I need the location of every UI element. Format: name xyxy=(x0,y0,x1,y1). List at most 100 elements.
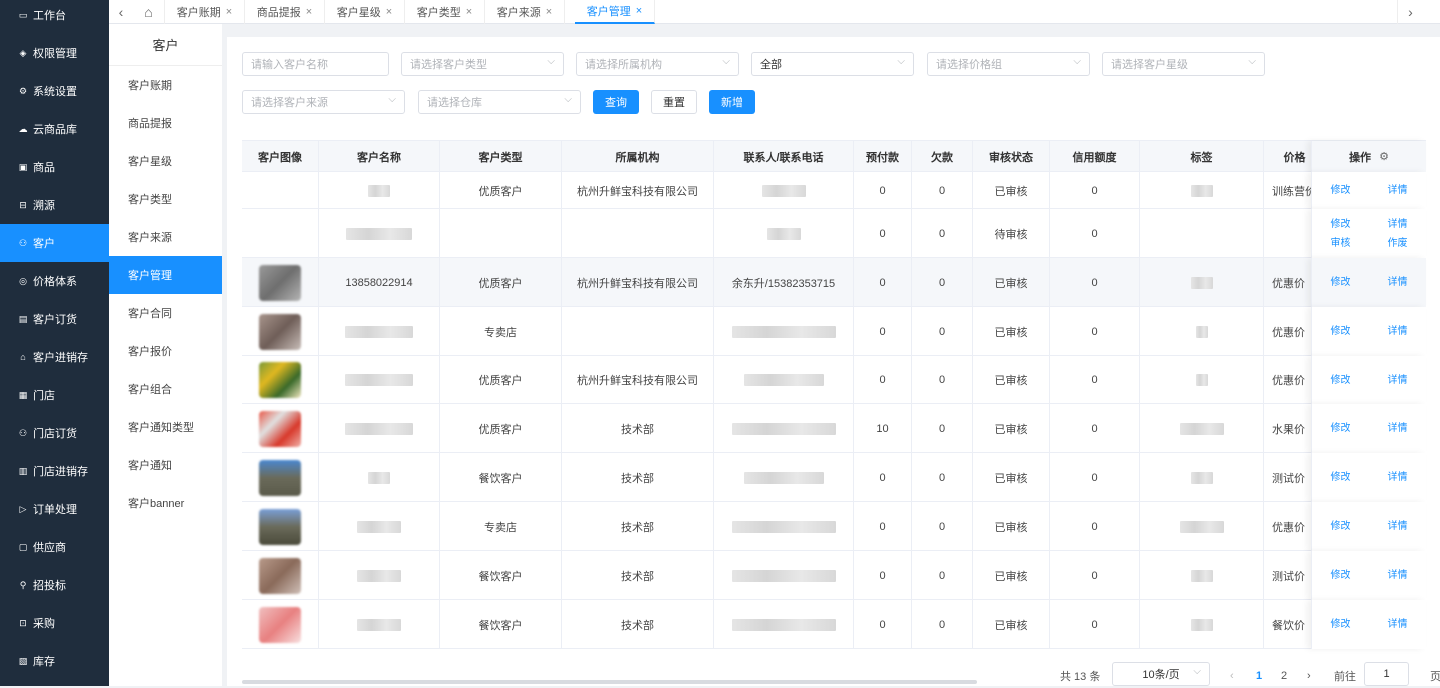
prev-page-icon[interactable]: ‹ xyxy=(1230,664,1234,688)
subnav-item[interactable]: 客户通知类型 xyxy=(109,408,222,446)
sidebar-item[interactable]: ⚙ 系统设置 xyxy=(0,72,109,110)
table-row[interactable]: 餐饮客户 技术部 0 0 已审核 0 餐饮价 修改 详情 xyxy=(242,600,1426,649)
star-select[interactable]: 请选择客户星级 ⌵ xyxy=(1102,52,1265,76)
tab[interactable]: 客户账期 × xyxy=(165,0,245,24)
cell-credit: 0 xyxy=(1050,551,1140,600)
goto-page-input[interactable]: 1 xyxy=(1364,662,1409,686)
sidebar-item[interactable]: ⚲ 招投标 xyxy=(0,566,109,604)
table-row[interactable]: 专卖店 技术部 0 0 已审核 0 优惠价 修改 详情 xyxy=(242,502,1426,551)
page-size-select[interactable]: 10条/页 ⌵ xyxy=(1112,662,1210,686)
sidebar-item[interactable]: ⚇ 门店订货 xyxy=(0,414,109,452)
sidebar-item[interactable]: ▦ 门店 xyxy=(0,376,109,414)
org-select[interactable]: 请选择所属机构 ⌵ xyxy=(576,52,739,76)
subnav-item[interactable]: 客户账期 xyxy=(109,66,222,104)
page-2[interactable]: 2 xyxy=(1281,664,1287,688)
close-icon[interactable]: × xyxy=(226,6,232,18)
sidebar-item[interactable]: ▭ 工作台 xyxy=(0,0,109,34)
action-link[interactable]: 详情 xyxy=(1369,468,1426,487)
action-link[interactable]: 修改 xyxy=(1312,566,1369,585)
close-icon[interactable]: × xyxy=(306,6,312,18)
close-icon[interactable]: × xyxy=(546,6,552,18)
sidebar-item[interactable]: ◎ 价格体系 xyxy=(0,262,109,300)
table-row[interactable]: 餐饮客户 技术部 0 0 已审核 0 测试价 修改 详情 xyxy=(242,453,1426,502)
subnav-item[interactable]: 客户星级 xyxy=(109,142,222,180)
sidebar-item[interactable]: ▥ 门店进销存 xyxy=(0,452,109,490)
action-link[interactable]: 作废 xyxy=(1369,234,1426,253)
table-row[interactable]: 优质客户 杭州升鲜宝科技有限公司 0 0 已审核 0 优惠价 修改 详情 xyxy=(242,356,1426,404)
source-select[interactable]: 请选择客户来源 ⌵ xyxy=(242,90,405,114)
action-link[interactable]: 详情 xyxy=(1369,517,1426,536)
subnav-item[interactable]: 客户banner xyxy=(109,484,222,522)
tab[interactable]: 客户类型 × xyxy=(405,0,485,24)
action-link[interactable]: 修改 xyxy=(1312,181,1369,200)
home-icon[interactable]: ⌂ xyxy=(133,0,165,24)
action-link[interactable]: 修改 xyxy=(1312,371,1369,390)
subnav-item[interactable]: 客户报价 xyxy=(109,332,222,370)
sidebar-item[interactable]: ▣ 商品 xyxy=(0,148,109,186)
action-link[interactable]: 修改 xyxy=(1312,615,1369,634)
sidebar-item[interactable]: ⊡ 采购 xyxy=(0,604,109,642)
sidebar-item[interactable]: ☁ 云商品库 xyxy=(0,110,109,148)
tab[interactable]: 客户管理 × xyxy=(575,0,655,24)
table-row[interactable]: 优质客户 技术部 10 0 已审核 0 水果价 修改 详情 xyxy=(242,404,1426,453)
action-link[interactable]: 修改 xyxy=(1312,322,1369,341)
customer-name-input[interactable]: 请输入客户名称 xyxy=(242,52,389,76)
sidebar-item[interactable]: ◈ 权限管理 xyxy=(0,34,109,72)
add-button[interactable]: 新增 xyxy=(709,90,755,114)
subnav-item[interactable]: 客户组合 xyxy=(109,370,222,408)
table-row[interactable]: 优质客户 杭州升鲜宝科技有限公司 0 0 已审核 0 训练营价 修改 详情 xyxy=(242,172,1426,209)
action-link[interactable]: 详情 xyxy=(1369,322,1426,341)
action-link[interactable]: 详情 xyxy=(1369,371,1426,390)
action-link[interactable]: 修改 xyxy=(1312,215,1369,234)
action-link[interactable]: 修改 xyxy=(1312,273,1369,292)
gear-icon[interactable]: ⚙ xyxy=(1379,150,1389,163)
tab[interactable]: 客户星级 × xyxy=(325,0,405,24)
sidebar-item[interactable]: ⚇ 客户 xyxy=(0,224,109,262)
subnav-item[interactable]: 客户合同 xyxy=(109,294,222,332)
tabs-scroll-right-icon[interactable]: › xyxy=(1397,0,1423,24)
action-link[interactable]: 修改 xyxy=(1312,419,1369,438)
tab[interactable]: 客户来源 × xyxy=(485,0,565,24)
action-link[interactable]: 详情 xyxy=(1369,181,1426,200)
next-page-icon[interactable]: › xyxy=(1307,664,1311,688)
table-row[interactable]: 专卖店 0 0 已审核 0 优惠价 修改 详情 xyxy=(242,307,1426,356)
action-link[interactable]: 详情 xyxy=(1369,215,1426,234)
tabs-scroll-left-icon[interactable]: ‹ xyxy=(109,0,133,24)
subnav-item[interactable]: 商品提报 xyxy=(109,104,222,142)
page-1[interactable]: 1 xyxy=(1256,664,1262,688)
horizontal-scrollbar[interactable] xyxy=(242,680,977,684)
subnav-item[interactable]: 客户通知 xyxy=(109,446,222,484)
action-link[interactable]: 详情 xyxy=(1369,566,1426,585)
table-row[interactable]: 餐饮客户 技术部 0 0 已审核 0 测试价 修改 详情 xyxy=(242,551,1426,600)
close-icon[interactable]: × xyxy=(466,6,472,18)
action-link[interactable]: 修改 xyxy=(1312,517,1369,536)
close-icon[interactable]: × xyxy=(636,5,642,17)
subnav-item[interactable]: 客户类型 xyxy=(109,180,222,218)
tab[interactable]: 商品提报 × xyxy=(245,0,325,24)
table-row[interactable]: 0 0 待审核 0 修改 详情 审核 作废 xyxy=(242,209,1426,258)
subnav-item[interactable]: 客户来源 xyxy=(109,218,222,256)
cell-debt: 0 xyxy=(912,209,973,258)
customer-type-select[interactable]: 请选择客户类型 ⌵ xyxy=(401,52,564,76)
status-select[interactable]: 全部 ⌵ xyxy=(751,52,914,76)
sidebar-item[interactable]: ▢ 供应商 xyxy=(0,528,109,566)
reset-button[interactable]: 重置 xyxy=(651,90,697,114)
action-link[interactable]: 修改 xyxy=(1312,468,1369,487)
sidebar-item[interactable]: ▤ 客户订货 xyxy=(0,300,109,338)
query-button[interactable]: 查询 xyxy=(593,90,639,114)
action-link[interactable]: 详情 xyxy=(1369,419,1426,438)
sidebar-item[interactable]: ⊟ 溯源 xyxy=(0,186,109,224)
close-icon[interactable]: × xyxy=(386,6,392,18)
sidebar-item[interactable]: ▧ 库存 xyxy=(0,642,109,680)
warehouse-select[interactable]: 请选择仓库 ⌵ xyxy=(418,90,581,114)
sidebar-item[interactable]: ⌂ 客户进销存 xyxy=(0,338,109,376)
action-link[interactable]: 审核 xyxy=(1312,234,1369,253)
sidebar-item-label: 权限管理 xyxy=(33,48,77,60)
table-row[interactable]: 13858022914 优质客户 杭州升鲜宝科技有限公司 余东升/1538235371… xyxy=(242,258,1426,307)
redacted-name xyxy=(346,227,412,240)
action-link[interactable]: 详情 xyxy=(1369,273,1426,292)
price-group-select[interactable]: 请选择价格组 ⌵ xyxy=(927,52,1090,76)
action-link[interactable]: 详情 xyxy=(1369,615,1426,634)
sidebar-item[interactable]: ▷ 订单处理 xyxy=(0,490,109,528)
subnav-item[interactable]: 客户管理 xyxy=(109,256,222,294)
